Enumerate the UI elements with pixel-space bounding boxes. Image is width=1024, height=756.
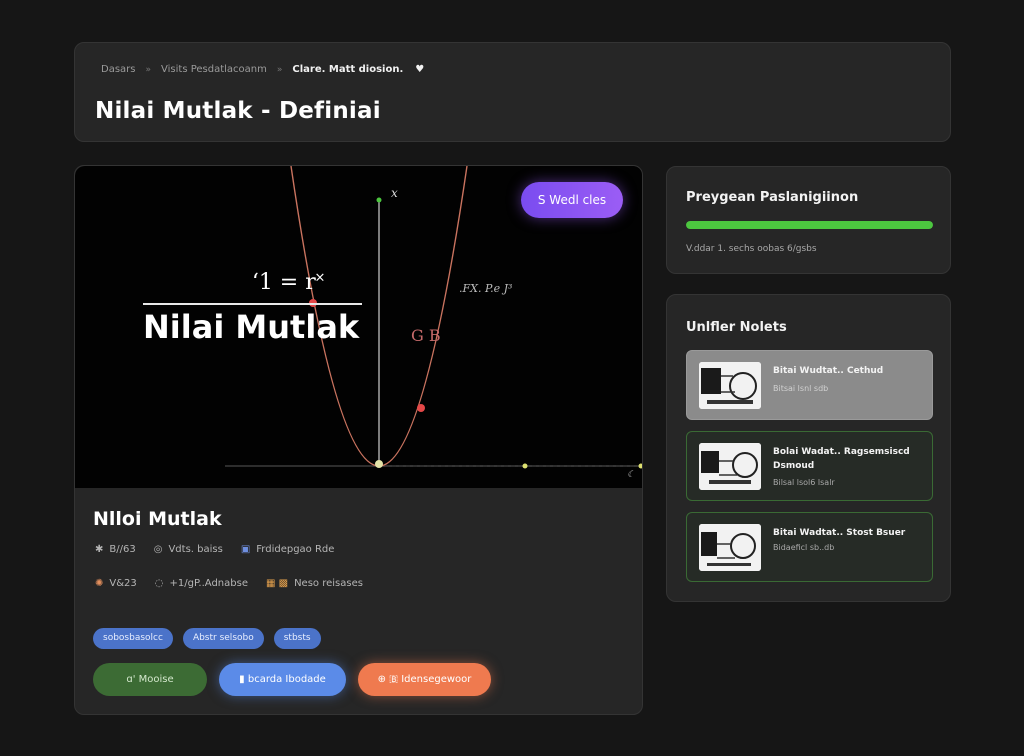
page-header: Dasars » Visits Pesdatlacoanm » Clare. M… [74,42,951,142]
meta-text: Neso reisases [294,578,363,589]
meta-text: B//63 [109,544,136,555]
meta-text: Vdts. baiss [168,544,223,555]
progress-fill [686,221,933,229]
clock-icon: ◎ [153,544,163,555]
thumbnail-graphic [699,524,761,571]
related-item-title: Bolai Wadat.. Ragsemsiscd Dsmoud [773,447,910,471]
sun-icon: ✺ [95,578,104,589]
video-badge-button[interactable]: S Wedl cles [521,182,623,218]
meta-text: +1/gP..Adnabse [169,578,248,589]
lesson-title: Nlloi Mutlak [93,508,222,530]
related-title: Unlfler Nolets [686,320,787,335]
meta-item: ✺ V&23 [95,578,137,589]
video-title: Nilai Mutlak [143,308,360,346]
thumbnail-graphic [699,443,761,490]
breadcrumb-separator: » [276,64,283,75]
tag-chip[interactable]: sobosbasolcc [93,628,173,649]
video-player[interactable]: ʻ1 = r˟ Nilai Mutlak x .FX. P.e J³ G B ☾… [75,166,642,488]
related-item[interactable]: Bitai Wadtat.. Stost Bsuer Bidaeficl sb.… [686,512,933,582]
thumbnail-graphic [699,362,761,409]
breadcrumb-item-2[interactable]: Visits Pesdatlacoanm [161,64,267,75]
heart-icon[interactable]: ♥ [415,64,424,75]
related-item-title: Bitai Wudtat.. Cethud [773,366,884,376]
curve-point-right [417,404,425,412]
meta-text: Frdidepgao Rde [256,544,335,555]
circle-icon: ◌ [154,578,164,589]
corner-icon: ☾ [627,470,636,480]
related-item-subtitle: Bitsai lsnl sdb [773,384,829,393]
breadcrumb-item-1[interactable]: Dasars [101,64,136,75]
related-item[interactable]: Bitai Wudtat.. Cethud Bitsai lsnl sdb [686,350,933,420]
action-button-blue[interactable]: ▮ bcarda Ibodade [219,663,346,696]
breadcrumb-separator: » [145,64,152,75]
annotation-label: G B [411,326,441,345]
related-item-subtitle: Bilsal lsol6 lsalr [773,478,835,487]
breadcrumb: Dasars » Visits Pesdatlacoanm » Clare. M… [101,64,424,75]
thumbnail-image [699,362,761,409]
meta-item: ▦ ▩ Neso reisases [266,578,363,589]
axis-dot [522,463,528,469]
action-button-orange[interactable]: ⊕ 🇧 Idensegewoor [358,663,491,696]
function-label: .FX. P.e J³ [459,282,513,295]
vertex-point [375,460,383,468]
thumbnail-image [699,524,761,571]
progress-title: Preygean Paslanigiinon [686,190,859,205]
badge-icon: ▦ ▩ [265,578,289,589]
lesson-info: Nlloi Mutlak ✱ B//63 ◎ Vdts. baiss ▣ Frdide… [75,488,642,714]
related-item-subtitle: Bidaeficl sb..db [773,543,835,552]
thumbnail-image [699,443,761,490]
related-item[interactable]: Bolai Wadat.. Ragsemsiscd Dsmoud Bilsal … [686,431,933,501]
action-button-green[interactable]: ɑ' Mooise [93,663,207,696]
meta-item: ◌ +1/gP..Adnabse [155,578,248,589]
meta-item: ✱ B//63 [95,544,136,555]
lesson-card: ʻ1 = r˟ Nilai Mutlak x .FX. P.e J³ G B ☾… [74,165,643,715]
formula-divider [143,303,362,305]
progress-card: Preygean Paslanigiinon V.ddar 1. sechs o… [666,166,951,274]
breadcrumb-current: Clare. Matt diosion. [292,64,404,75]
progress-bar [686,221,933,229]
axis-label: x [391,186,398,200]
meta-item: ◎ Vdts. baiss [154,544,223,555]
progress-text: V.ddar 1. sechs oobas 6/gsbs [686,244,817,254]
tag-list: sobosbasolcc Abstr selsobo stbsts [93,628,321,649]
meta-item: ▣ Frdidepgao Rde [241,544,335,555]
action-buttons: ɑ' Mooise ▮ bcarda Ibodade ⊕ 🇧 Idensegew… [93,663,491,696]
meta-row: ✱ B//63 ◎ Vdts. baiss ▣ Frdidepgao Rde [95,544,352,555]
formula-text: ʻ1 = r˟ [251,270,325,295]
tag-chip[interactable]: stbsts [273,628,321,649]
related-lessons-card: Unlfler Nolets Bitai Wudtat.. Cethud Bit… [666,294,951,602]
meta-text: V&23 [109,578,137,589]
axis-top-dot [376,197,382,203]
related-item-title: Bitai Wadtat.. Stost Bsuer [773,528,906,538]
calendar-icon: ▣ [240,544,251,555]
page-title: Nilai Mutlak - Definiai [95,98,381,124]
meta-row: ✺ V&23 ◌ +1/gP..Adnabse ▦ ▩ Neso reisases [95,578,381,589]
axis-dot-end [638,463,642,469]
tag-chip[interactable]: Abstr selsobo [182,628,264,649]
star-icon: ✱ [95,544,104,555]
